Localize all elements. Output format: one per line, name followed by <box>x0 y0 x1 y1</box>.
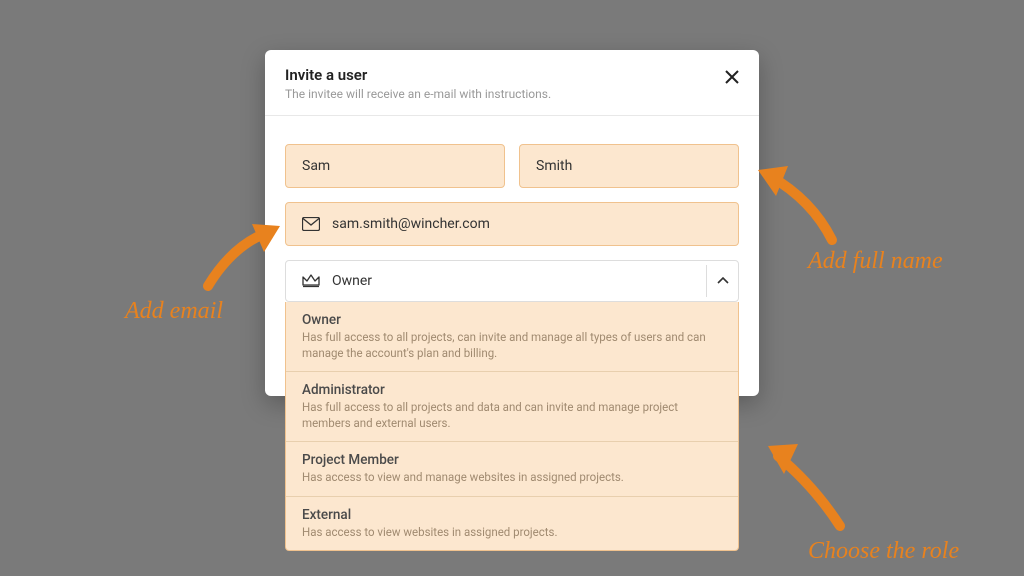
mail-icon <box>302 217 320 231</box>
role-dropdown: Owner Has full access to all projects, c… <box>285 302 739 551</box>
role-option-external[interactable]: External Has access to view websites in … <box>286 497 738 551</box>
role-option-project-member[interactable]: Project Member Has access to view and ma… <box>286 442 738 497</box>
modal-header: Invite a user The invitee will receive a… <box>265 50 759 116</box>
close-button[interactable] <box>721 66 743 88</box>
modal-title: Invite a user <box>285 66 739 84</box>
annotation-role: Choose the role <box>808 538 959 565</box>
chevron-up-icon <box>717 277 729 285</box>
last-name-input[interactable]: Smith <box>519 144 739 188</box>
role-option-owner[interactable]: Owner Has full access to all projects, c… <box>286 302 738 372</box>
last-name-value: Smith <box>536 158 572 174</box>
role-option-desc: Has access to view websites in assigned … <box>302 525 722 541</box>
arrow-icon <box>762 434 852 534</box>
email-input[interactable]: sam.smith@wincher.com <box>285 202 739 246</box>
role-option-title: External <box>302 507 722 523</box>
crown-icon <box>302 273 320 289</box>
role-selected-value: Owner <box>332 273 372 289</box>
email-value: sam.smith@wincher.com <box>332 216 490 232</box>
role-option-desc: Has full access to all projects and data… <box>302 400 722 431</box>
annotation-email: Add email <box>125 298 223 325</box>
invite-user-modal: Invite a user The invitee will receive a… <box>265 50 759 396</box>
role-select-toggle[interactable] <box>706 265 738 297</box>
role-option-desc: Has access to view and manage websites i… <box>302 470 722 486</box>
arrow-icon <box>752 160 842 250</box>
role-option-title: Owner <box>302 312 722 328</box>
modal-body: Sam Smith sam.smith@wincher.com Owner <box>265 116 759 396</box>
arrow-icon <box>202 218 286 294</box>
annotation-name: Add full name <box>808 248 943 275</box>
role-option-title: Project Member <box>302 452 722 468</box>
first-name-value: Sam <box>302 158 330 174</box>
role-select[interactable]: Owner <box>285 260 739 302</box>
role-option-title: Administrator <box>302 382 722 398</box>
role-option-desc: Has full access to all projects, can inv… <box>302 330 722 361</box>
modal-subtitle: The invitee will receive an e-mail with … <box>285 87 739 101</box>
close-icon <box>725 70 739 84</box>
first-name-input[interactable]: Sam <box>285 144 505 188</box>
role-option-administrator[interactable]: Administrator Has full access to all pro… <box>286 372 738 442</box>
